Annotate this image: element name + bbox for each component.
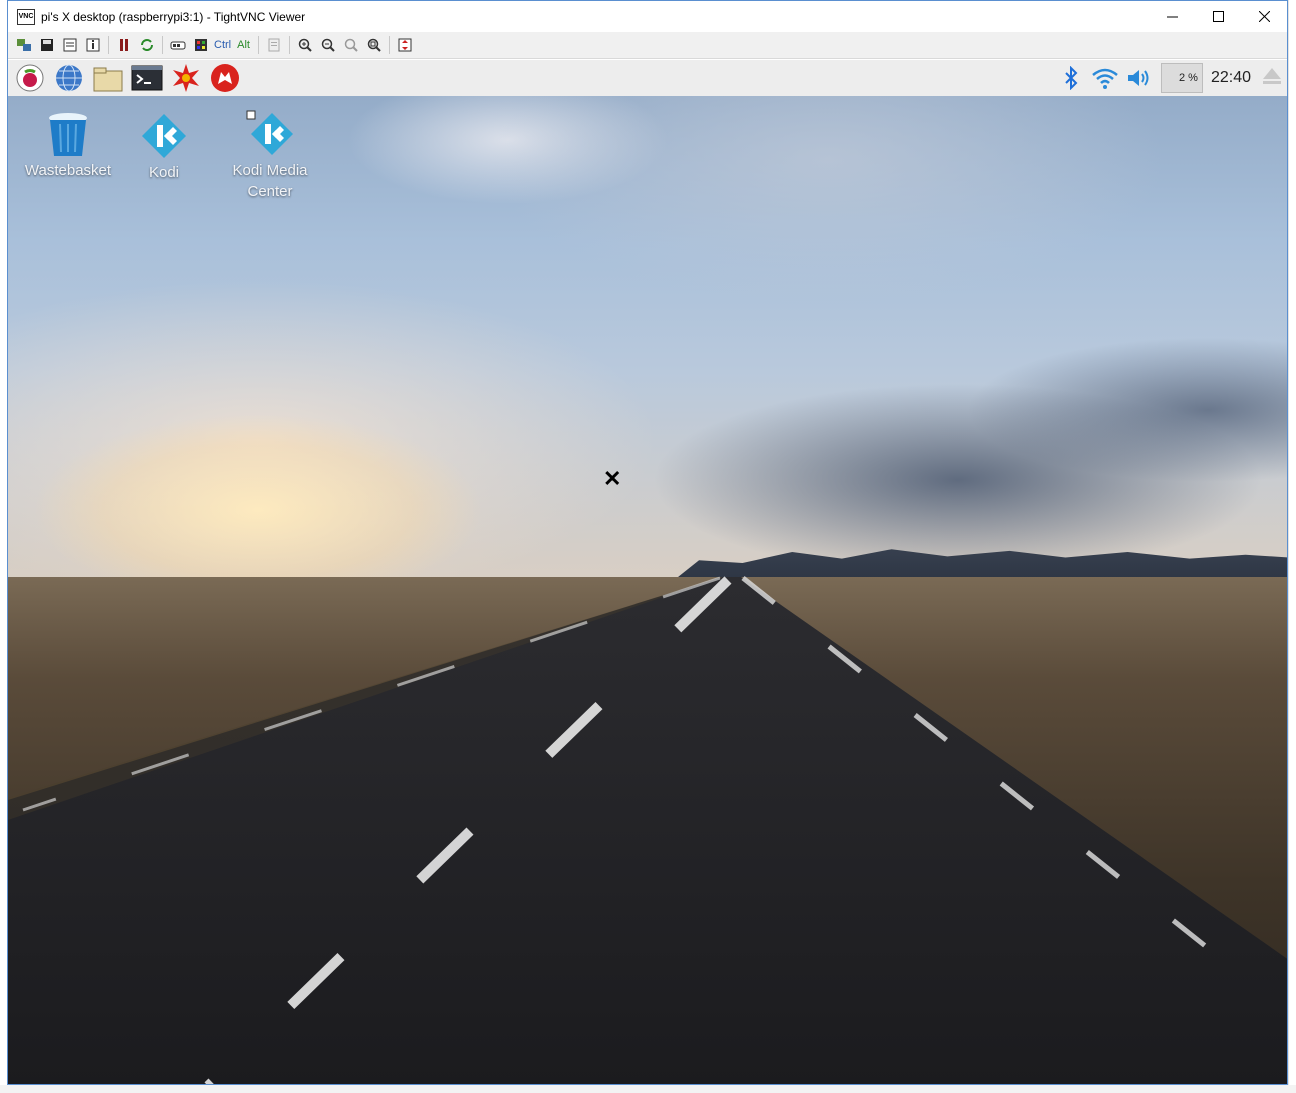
desktop-icon-kodi-media-center[interactable]: Kodi Media Center (220, 108, 320, 202)
wifi-icon[interactable] (1091, 64, 1119, 92)
desktop-icon-label-line2: Center (247, 183, 293, 200)
remote-mouse-cursor: ✕ (603, 466, 622, 491)
web-browser-icon[interactable] (52, 61, 86, 95)
background-page-right (1288, 0, 1296, 1093)
zoom-100-icon[interactable] (341, 35, 361, 55)
desktop-icon-wastebasket[interactable]: Wastebasket (18, 108, 118, 181)
toolbar-separator (257, 36, 259, 54)
lxde-taskbar: 2 % 22:40 (8, 60, 1287, 96)
desktop-icon-label: Wastebasket (24, 162, 112, 179)
remote-desktop[interactable]: ✕ 2 % 22:40 Wastebasket Kodi Kodi Media … (8, 60, 1287, 1084)
zoom-fit-icon[interactable] (364, 35, 384, 55)
math-kernel-icon[interactable] (169, 61, 203, 95)
ctrl-key[interactable]: Ctrl (214, 39, 231, 51)
pause-icon[interactable] (114, 35, 134, 55)
cpu-usage-monitor[interactable]: 2 % (1160, 63, 1203, 93)
toolbar-separator (288, 36, 290, 54)
kodi-icon (220, 108, 320, 160)
ctrl-alt-del-icon[interactable] (168, 35, 188, 55)
desktop-icon-label-line1: Kodi Media (232, 162, 308, 179)
zoom-out-icon[interactable] (318, 35, 338, 55)
refresh-icon[interactable] (137, 35, 157, 55)
viewer-toolbar: Ctrl Alt (8, 32, 1287, 59)
minimize-button[interactable] (1149, 1, 1195, 32)
maximize-button[interactable] (1195, 1, 1241, 32)
desktop-icon-kodi[interactable]: Kodi (114, 110, 214, 183)
vnc-viewer-window: VNC pi's X desktop (raspberrypi3:1) - Ti… (7, 0, 1288, 1085)
zoom-in-icon[interactable] (295, 35, 315, 55)
clock[interactable]: 22:40 (1211, 69, 1251, 87)
terminal-icon[interactable] (130, 61, 164, 95)
background-page-bottom (0, 1085, 1296, 1093)
alt-key[interactable]: Alt (237, 39, 250, 51)
desktop-icon-label: Kodi (148, 164, 180, 181)
file-manager-icon[interactable] (91, 61, 125, 95)
info-icon[interactable] (83, 35, 103, 55)
volume-icon[interactable] (1125, 64, 1153, 92)
wastebasket-icon (18, 108, 118, 160)
bluetooth-icon[interactable] (1057, 64, 1085, 92)
ctrl-esc-icon[interactable] (191, 35, 211, 55)
wallpaper-road (8, 576, 1287, 1084)
close-button[interactable] (1241, 1, 1287, 32)
vnc-app-icon[interactable]: VNC (17, 8, 35, 25)
new-connection-icon[interactable] (14, 35, 34, 55)
eject-icon[interactable] (1261, 65, 1283, 92)
raspberry-menu-icon[interactable] (13, 61, 47, 95)
toolbar-separator (108, 36, 109, 54)
save-icon[interactable] (37, 35, 57, 55)
title-bar[interactable]: VNC pi's X desktop (raspberrypi3:1) - Ti… (8, 1, 1287, 32)
toolbar-separator (162, 36, 163, 54)
kodi-icon (114, 110, 214, 162)
toolbar-separator (388, 36, 390, 54)
fullscreen-icon[interactable] (395, 35, 415, 55)
clipboard-icon[interactable] (264, 35, 284, 55)
system-tray: 2 % 22:40 (1051, 60, 1287, 96)
window-title: pi's X desktop (raspberrypi3:1) - TightV… (41, 9, 306, 24)
options-icon[interactable] (60, 35, 80, 55)
wolfram-icon[interactable] (208, 61, 242, 95)
